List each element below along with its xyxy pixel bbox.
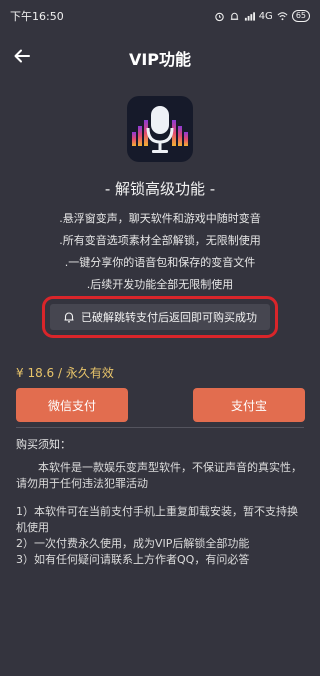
signal-icon [244, 12, 255, 21]
app-header: VIP功能 [0, 36, 320, 76]
unlock-headline: - 解锁高级功能 - [104, 180, 216, 198]
note-paragraph: 本软件是一款娱乐变声型软件，不保证声音的真实性，请勿用于任何违法犯罪活动 [16, 460, 306, 492]
bell-icon [230, 12, 238, 20]
network-type: 4G [258, 10, 273, 22]
page-title: VIP功能 [128, 50, 192, 69]
alipay-button[interactable]: 支付宝 [193, 388, 305, 422]
microphone-equalizer-logo [132, 106, 188, 153]
status-bar: 下午16:50 4G 65 [0, 0, 320, 32]
alarm-icon [214, 12, 224, 21]
note-item: 2）一次付费永久使用，成为VIP后解锁全部功能 [16, 537, 250, 550]
purchase-notes-title: 购买须知： [16, 438, 71, 451]
divider [16, 427, 304, 428]
note-item: 3）如有任何疑问请联系上方作者QQ，有问必答 [16, 553, 250, 566]
notice-text: 已破解跳转支付后返回即可购买成功 [81, 311, 257, 324]
crack-notice: 已破解跳转支付后返回即可购买成功 [42, 296, 278, 338]
feature-item: .所有变音选项素材全部解锁，无限制使用 [59, 234, 261, 247]
wechat-pay-button[interactable]: 微信支付 [16, 388, 128, 422]
status-time: 下午16:50 [10, 10, 64, 23]
note-text: 本软件是一款娱乐变声型软件，不保证声音的真实性，请勿用于任何违法犯罪活动 [16, 461, 302, 490]
price-label: ¥ 18.6 / 永久有效 [16, 366, 114, 380]
feature-list: .悬浮窗变声，聊天软件和游戏中随时变音 .所有变音选项素材全部解锁，无限制使用 … [0, 208, 320, 296]
app-logo [127, 96, 193, 162]
feature-item: .一键分享你的语音包和保存的变音文件 [64, 256, 256, 269]
note-item: 1）本软件可在当前支付手机上重复卸载安装，暂不支持换机使用 [16, 505, 298, 534]
wifi-icon [277, 12, 288, 21]
battery-indicator: 65 [291, 10, 310, 22]
purchase-notes: 本软件是一款娱乐变声型软件，不保证声音的真实性，请勿用于任何违法犯罪活动 1）本… [16, 460, 306, 568]
status-icons: 4G 65 [214, 10, 310, 22]
feature-item: .后续开发功能全部无限制使用 [86, 278, 234, 291]
feature-item: .悬浮窗变声，聊天软件和游戏中随时变音 [59, 212, 261, 225]
bell-icon [64, 312, 74, 323]
